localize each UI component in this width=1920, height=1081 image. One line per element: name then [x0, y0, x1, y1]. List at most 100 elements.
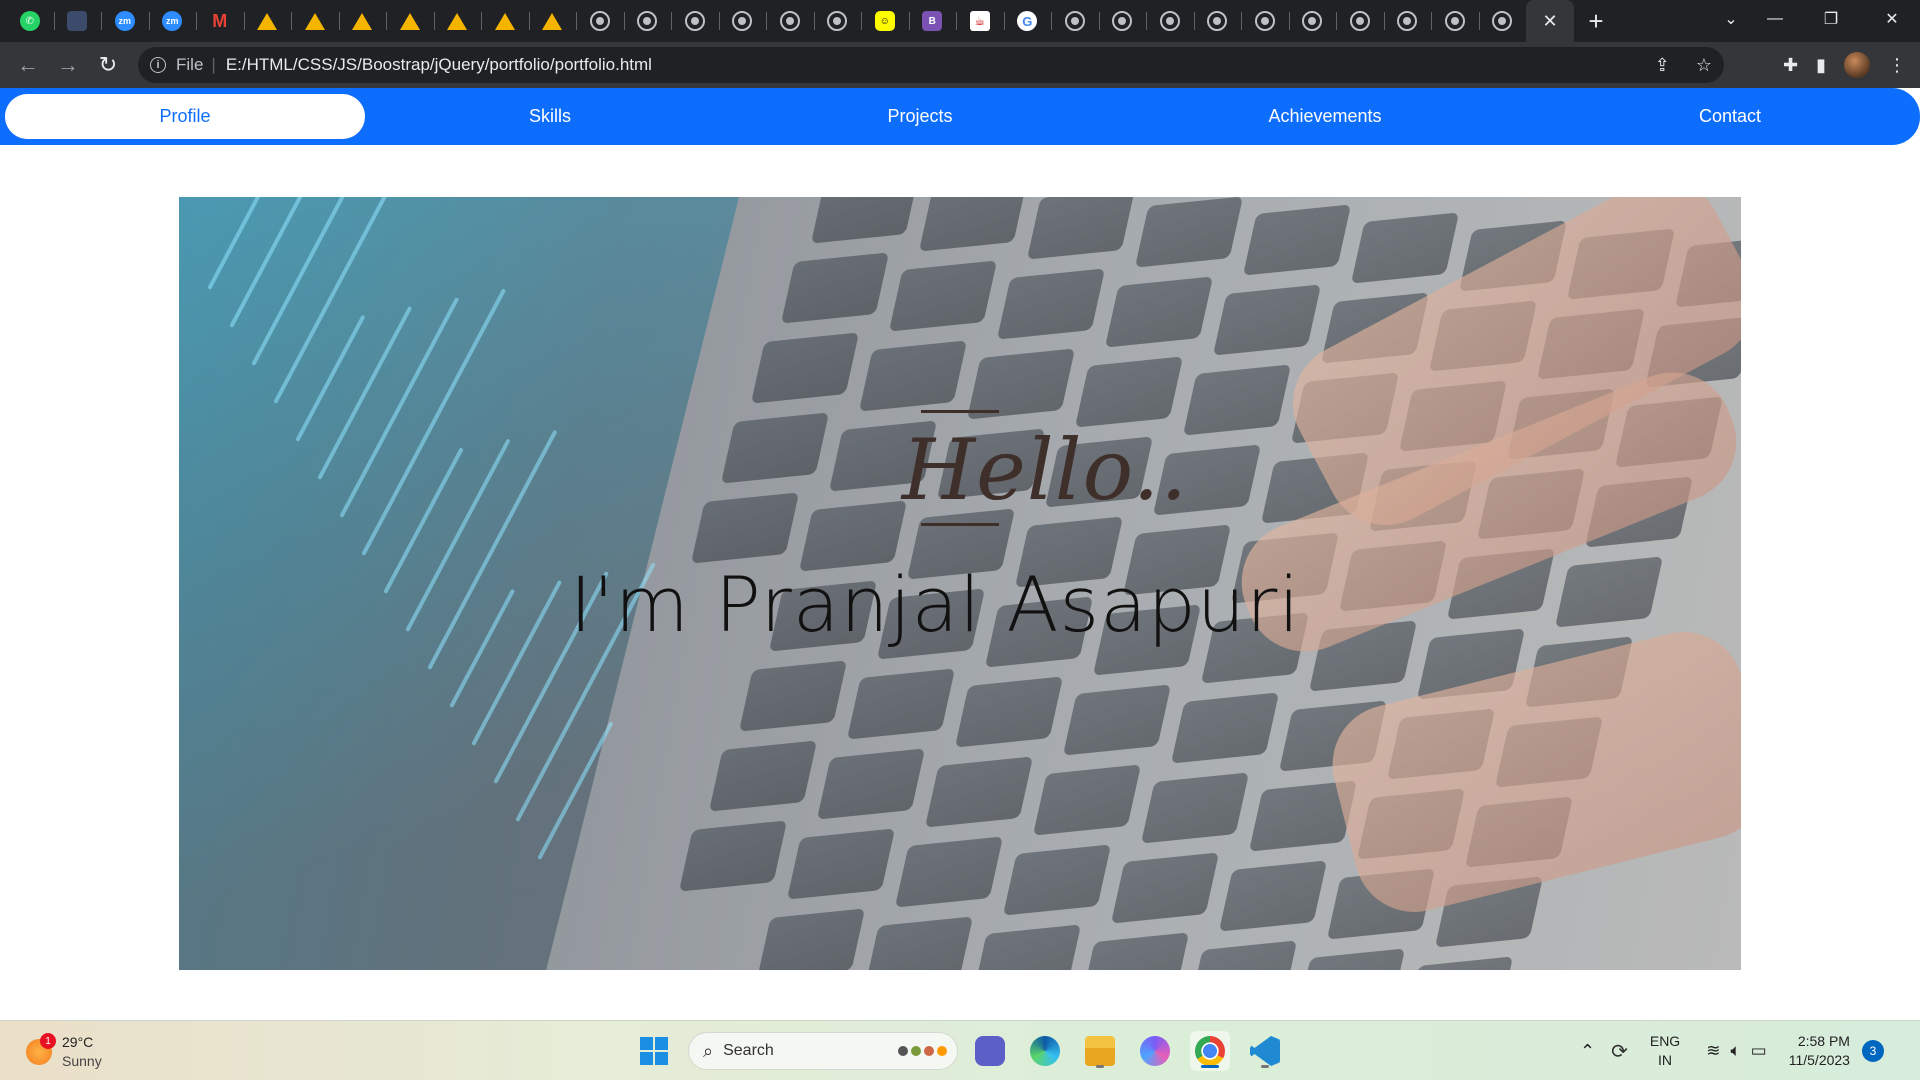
copilot-button[interactable] [1135, 1031, 1175, 1071]
scheme-label: File [176, 55, 204, 74]
browser-tab[interactable] [1431, 0, 1479, 42]
reload-button[interactable]: ↻ [88, 45, 128, 85]
browser-tab[interactable] [623, 0, 672, 42]
globe-icon [684, 11, 705, 31]
globe-icon [1444, 11, 1465, 31]
start-button[interactable] [634, 1031, 674, 1071]
nav-contact[interactable]: Contact [1550, 94, 1910, 139]
globe-icon [589, 11, 610, 31]
browser-tab[interactable]: zm [101, 0, 149, 42]
keyboard-key [1350, 212, 1460, 284]
nav-achievements[interactable]: Achievements [1145, 94, 1505, 139]
browser-tab[interactable]: zm [148, 0, 197, 42]
globe-icon [827, 11, 848, 31]
browser-tab[interactable] [1193, 0, 1242, 42]
minimize-button[interactable]: — [1752, 0, 1798, 38]
browser-tab[interactable]: B [908, 0, 957, 42]
browser-tab[interactable] [576, 0, 624, 42]
clock[interactable]: 2:58 PM 11/5/2023 [1789, 1032, 1850, 1070]
share-icon[interactable]: ⇪ [1655, 55, 1670, 76]
browser-tab[interactable]: ✆ [6, 0, 54, 42]
browser-tab[interactable] [1288, 0, 1337, 42]
browser-tab[interactable] [1336, 0, 1384, 42]
browser-tab[interactable] [671, 0, 719, 42]
keyboard-key [1188, 940, 1298, 970]
google-drive-icon [542, 12, 563, 30]
back-button[interactable]: ← [8, 45, 48, 85]
hero-greeting: Hello.. [901, 421, 1189, 519]
extensions-puzzle-icon[interactable]: ✚ [1783, 55, 1798, 76]
browser-tab[interactable] [481, 0, 529, 42]
globe-icon [1159, 11, 1180, 31]
nav-profile[interactable]: Profile [5, 94, 365, 139]
system-tray: ⌃ ⟳ ENG IN ≋ 🔈︎ ▭ 2:58 PM 11/5/2023 3 [1580, 1021, 1884, 1081]
edge-button[interactable] [1025, 1031, 1065, 1071]
browser-menu-icon[interactable]: ⋮ [1888, 55, 1906, 76]
volume-icon[interactable]: 🔈︎ [1730, 1041, 1740, 1061]
browser-tab[interactable]: ☺ [861, 0, 909, 42]
nav-projects[interactable]: Projects [740, 94, 1100, 139]
clock-time: 2:58 PM [1797, 1033, 1850, 1049]
sync-icon[interactable]: ⟳ [1611, 1039, 1628, 1064]
language-indicator[interactable]: ENG IN [1650, 1032, 1680, 1070]
snapchat-icon: ☺ [874, 11, 895, 31]
browser-tab[interactable] [1146, 0, 1194, 42]
side-panel-icon[interactable]: ▮ [1816, 55, 1826, 76]
browser-tab[interactable] [528, 0, 577, 42]
browser-tab[interactable] [291, 0, 339, 42]
browser-tab[interactable] [766, 0, 814, 42]
browser-tab[interactable] [1383, 0, 1432, 42]
language-code: ENG [1649, 1033, 1681, 1049]
browser-tab[interactable] [1051, 0, 1099, 42]
keyboard-key [972, 924, 1082, 970]
new-tab-button[interactable]: + [1574, 0, 1618, 42]
chrome-button[interactable] [1190, 1031, 1230, 1071]
browser-tab[interactable] [718, 0, 767, 42]
browser-tab[interactable] [386, 0, 434, 42]
browser-tab[interactable] [433, 0, 482, 42]
browser-tab[interactable] [1478, 0, 1527, 42]
nav-skills[interactable]: Skills [370, 94, 730, 139]
browser-tab[interactable]: G [1003, 0, 1052, 42]
site-info-icon[interactable]: i [150, 57, 166, 73]
taskbar-search[interactable]: ⌕ Search [688, 1032, 958, 1070]
greeting-bottom-rule [921, 523, 999, 526]
browser-tab[interactable] [53, 0, 102, 42]
greeting-top-rule [921, 410, 999, 413]
restore-button[interactable]: ❐ [1808, 0, 1854, 38]
clock-date: 11/5/2023 [1788, 1052, 1850, 1068]
url-text[interactable]: E:/HTML/CSS/JS/Boostrap/jQuery/portfolio… [226, 55, 652, 75]
globe-icon [637, 11, 658, 31]
browser-tab[interactable] [1241, 0, 1289, 42]
active-tab[interactable]: ✕ [1526, 0, 1574, 42]
weather-widget[interactable]: 1 29°C Sunny [26, 1033, 102, 1071]
google-drive-icon [352, 12, 373, 30]
bookmark-star-icon[interactable]: ☆ [1696, 55, 1712, 76]
file-explorer-button[interactable] [1080, 1031, 1120, 1071]
browser-tab[interactable] [813, 0, 862, 42]
keyboard-key [1140, 772, 1250, 844]
keyboard-key [1242, 204, 1352, 276]
keyboard-key [1032, 764, 1142, 836]
browser-tab[interactable]: ☕ [956, 0, 1004, 42]
wifi-icon[interactable]: ≋ [1706, 1041, 1720, 1061]
edge-icon [1030, 1036, 1060, 1066]
teams-chat-button[interactable] [970, 1031, 1010, 1071]
browser-tab[interactable]: M [196, 0, 244, 42]
tab-search-chevron-icon[interactable]: ⌄ [1706, 0, 1756, 38]
battery-icon[interactable]: ▭ [1751, 1041, 1767, 1061]
google-drive-icon [447, 12, 468, 30]
browser-tab[interactable] [1098, 0, 1147, 42]
sun-icon: 1 [26, 1033, 56, 1065]
close-window-button[interactable]: ✕ [1864, 0, 1920, 38]
browser-tab[interactable] [243, 0, 292, 42]
keyboard-key [1074, 356, 1184, 428]
vscode-button[interactable] [1245, 1031, 1285, 1071]
notification-badge[interactable]: 3 [1861, 1040, 1884, 1062]
address-bar[interactable]: i File | E:/HTML/CSS/JS/Boostrap/jQuery/… [138, 47, 1724, 83]
browser-tab[interactable] [338, 0, 387, 42]
chevron-up-icon[interactable]: ⌃ [1580, 1041, 1595, 1062]
close-tab-icon[interactable]: ✕ [1542, 11, 1557, 32]
profile-avatar[interactable] [1844, 52, 1870, 78]
forward-button[interactable]: → [48, 45, 88, 85]
